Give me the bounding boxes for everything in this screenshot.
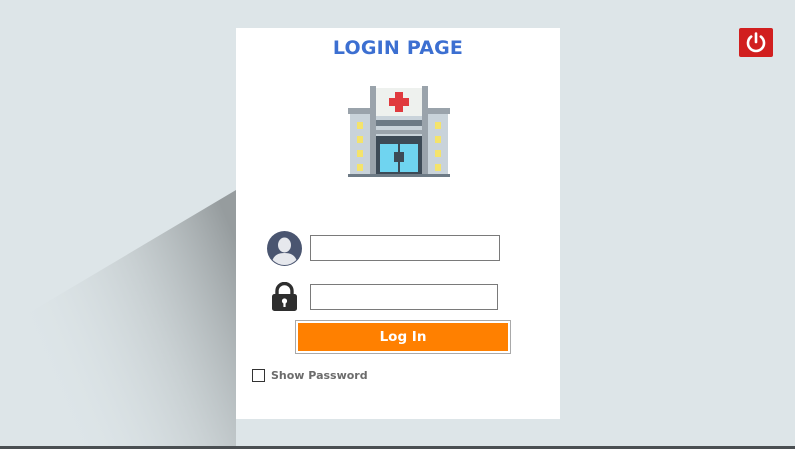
padlock-icon: [272, 282, 297, 311]
page-title: LOGIN PAGE: [332, 37, 464, 59]
show-password-checkbox[interactable]: [252, 369, 265, 382]
user-avatar-icon: [267, 231, 302, 266]
power-button[interactable]: [739, 28, 773, 57]
login-button-frame: Log In: [295, 320, 511, 354]
power-icon: [746, 32, 766, 53]
password-input[interactable]: [310, 284, 498, 310]
login-card: LOGIN PAGE Log In Show Password: [236, 28, 560, 419]
hospital-building-icon: [348, 86, 450, 177]
login-button[interactable]: Log In: [298, 323, 508, 351]
username-input[interactable]: [310, 235, 500, 261]
show-password-label[interactable]: Show Password: [271, 369, 368, 382]
